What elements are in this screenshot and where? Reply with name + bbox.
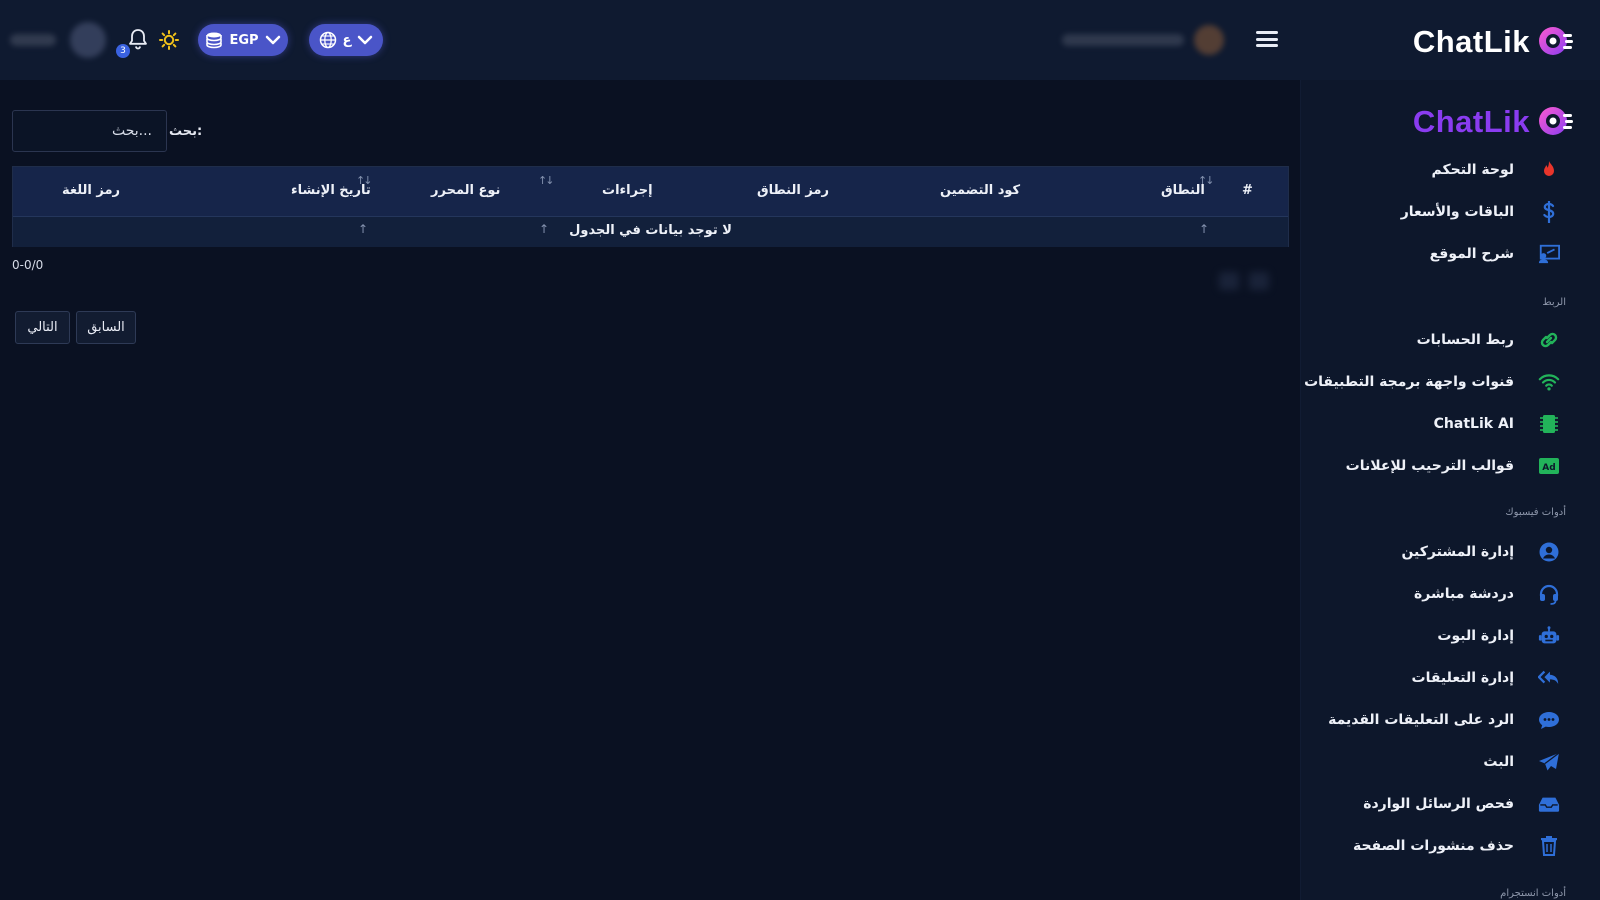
chatlik-logo-icon [1539,107,1573,135]
sidebar-brand-logo[interactable]: ChatLik [1413,102,1576,142]
brand-name: ChatLik [1412,24,1530,59]
chip-icon [1538,413,1560,435]
comment-dots-icon [1538,709,1560,731]
sidebar-item-bot-management[interactable]: إدارة البوت [1300,618,1600,654]
sidebar-item-ad-templates[interactable]: قوالب الترحيب للإعلانات Ad [1300,448,1600,484]
sidebar-item-live-chat[interactable]: دردشة مباشرة [1300,576,1600,612]
top-header: ChatLik ع EGP 3 [0,0,1600,80]
sidebar-item-label: لوحة التحكم [1431,162,1514,178]
section-title-link: الربط [1542,297,1566,308]
brand-logo[interactable]: ChatLik [1413,22,1576,62]
sidebar-item-link-accounts[interactable]: ربط الحسابات [1300,322,1600,358]
sidebar-item-label: ربط الحسابات [1416,332,1514,348]
sidebar-item-label: قنوات واجهة برمجة التطبيقات [1304,374,1514,390]
sidebar-item-old-comments-reply[interactable]: الرد على التعليقات القديمة [1300,702,1600,738]
column-header-created-date[interactable]: تاريخ الإنشاء [291,183,371,198]
notification-count-badge: 3 [116,44,130,58]
sidebar-item-delete-page-posts[interactable]: حذف منشورات الصفحة [1300,828,1600,864]
column-header-domain-code[interactable]: رمز النطاق [757,183,829,198]
ad-icon: Ad [1538,455,1560,477]
sidebar-item-label: إدارة البوت [1437,628,1514,644]
sidebar-item-label: البث [1483,754,1514,770]
column-header-embed-code[interactable]: كود التضمين [940,183,1020,198]
sidebar-item-chatlik-ai[interactable]: ChatLik AI [1300,406,1600,442]
next-button[interactable]: التالي [15,311,70,344]
sort-icon[interactable]: ↑↓ [538,174,555,187]
section-title-instagram: أدوات انستجرام [1500,888,1566,899]
dollar-icon [1538,201,1560,223]
globe-icon [319,31,336,49]
column-header-editor-type[interactable]: نوع المحرر [431,183,500,198]
domains-table: # النطاق ↑↓ كود التضمين رمز النطاق إجراء… [12,166,1289,247]
section-title-facebook: أدوات فيسبوك [1505,507,1566,518]
sidebar-item-api-channels[interactable]: قنوات واجهة برمجة التطبيقات [1300,364,1600,400]
arrow-up-icon: ↑ [539,222,550,236]
sidebar-item-label: حذف منشورات الصفحة [1352,838,1514,854]
wifi-icon [1538,371,1560,393]
sidebar-item-label: إدارة المشتركين [1401,544,1514,560]
empty-table-message: لا توجد بيانات في الجدول [569,223,732,238]
sidebar-item-subscribers[interactable]: إدارة المشتركين [1300,534,1600,570]
sidebar-item-inbox-check[interactable]: فحص الرسائل الواردة [1300,786,1600,822]
currency-dropdown[interactable]: EGP [198,24,288,56]
language-dropdown[interactable]: ع [309,24,383,56]
table-row: ↑ لا توجد بيانات في الجدول ↑ ↑ [13,217,1288,247]
fire-icon [1538,159,1560,181]
sidebar-item-label: قوالب الترحيب للإعلانات [1345,458,1514,474]
inbox-icon [1538,793,1560,815]
sidebar-item-dashboard[interactable]: لوحة التحكم [1300,152,1600,188]
sort-icon[interactable]: ↑↓ [1198,174,1215,187]
robot-icon [1538,625,1560,647]
search-input[interactable] [12,110,167,152]
chevron-down-icon [265,35,280,45]
sidebar-item-label: إدارة التعليقات [1411,670,1514,686]
table-header: # النطاق ↑↓ كود التضمين رمز النطاق إجراء… [13,167,1288,217]
column-header-actions: إجراءات [602,183,653,198]
sidebar-brand-name: ChatLik [1412,104,1530,139]
sidebar-item-broadcast[interactable]: البث [1300,744,1600,780]
headset-icon [1538,583,1560,605]
trash-icon [1538,835,1560,857]
notification-bell-icon[interactable] [128,28,148,50]
reply-all-icon [1538,667,1560,689]
sidebar: ChatLik لوحة التحكم الباقات والأسعار شرح… [1300,80,1600,900]
sidebar-item-label: ChatLik AI [1433,416,1514,432]
blurred-page-selector[interactable] [1062,25,1236,55]
svg-text:Ad: Ad [1542,463,1555,473]
paper-plane-icon [1538,751,1560,773]
sidebar-item-pricing[interactable]: الباقات والأسعار [1300,194,1600,230]
sidebar-item-label: الباقات والأسعار [1400,204,1514,220]
search-bar: بحث: [12,110,202,152]
blurred-user-profile[interactable] [10,22,110,58]
search-label: بحث: [169,123,203,139]
arrow-up-icon: ↑ [358,222,369,236]
presentation-icon [1538,243,1560,265]
blurred-page-length-selector[interactable] [1200,262,1288,300]
table-info: 0-0/0 [12,258,44,272]
language-label: ع [342,32,352,48]
sidebar-item-label: فحص الرسائل الواردة [1363,796,1514,812]
chatlik-logo-icon [1539,27,1573,55]
previous-button[interactable]: السابق [76,311,136,344]
sidebar-item-label: شرح الموقع [1429,246,1514,262]
menu-toggle-icon[interactable] [1256,28,1278,50]
sidebar-item-comments-management[interactable]: إدارة التعليقات [1300,660,1600,696]
currency-label: EGP [229,32,259,48]
coins-icon [206,32,223,49]
sidebar-item-label: دردشة مباشرة [1414,586,1514,602]
theme-toggle-sun-icon[interactable] [159,30,179,50]
chevron-down-icon [358,35,373,45]
link-icon [1538,329,1560,351]
sidebar-item-label: الرد على التعليقات القديمة [1328,712,1514,728]
sidebar-item-site-guide[interactable]: شرح الموقع [1300,236,1600,272]
column-header-index[interactable]: # [1242,183,1253,198]
user-circle-icon [1538,541,1560,563]
column-header-language-code[interactable]: رمز اللغة [62,183,120,198]
